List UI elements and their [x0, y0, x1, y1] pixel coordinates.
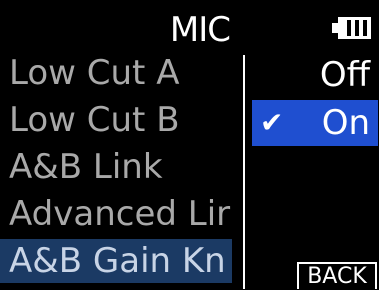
menu-item-ab-link[interactable]: A&B Link — [0, 145, 232, 189]
menu-item-ab-gain-knob[interactable]: A&B Gain Kn — [0, 239, 232, 283]
battery-segment-gap — [363, 20, 367, 36]
menu-item-advanced-link[interactable]: Advanced Lir — [0, 192, 232, 236]
option-off[interactable]: Off — [252, 52, 378, 98]
battery-segment-gap — [355, 20, 359, 36]
battery-shell — [338, 17, 371, 39]
option-off-label: Off — [319, 55, 370, 95]
page-title: MIC — [169, 10, 231, 50]
option-on-label: On — [321, 103, 370, 143]
battery-segment-gap — [347, 20, 351, 36]
menu-item-low-cut-a[interactable]: Low Cut A — [0, 51, 232, 95]
option-on[interactable]: ✔ On — [252, 100, 378, 146]
back-button[interactable]: BACK — [297, 262, 377, 289]
check-icon: ✔ — [260, 106, 284, 139]
battery-icon — [332, 17, 372, 39]
column-divider — [243, 55, 245, 289]
device-screen: MIC Low Cut A Low Cut B A&B Link Advance… — [0, 0, 379, 289]
menu-item-low-cut-b[interactable]: Low Cut B — [0, 98, 232, 142]
